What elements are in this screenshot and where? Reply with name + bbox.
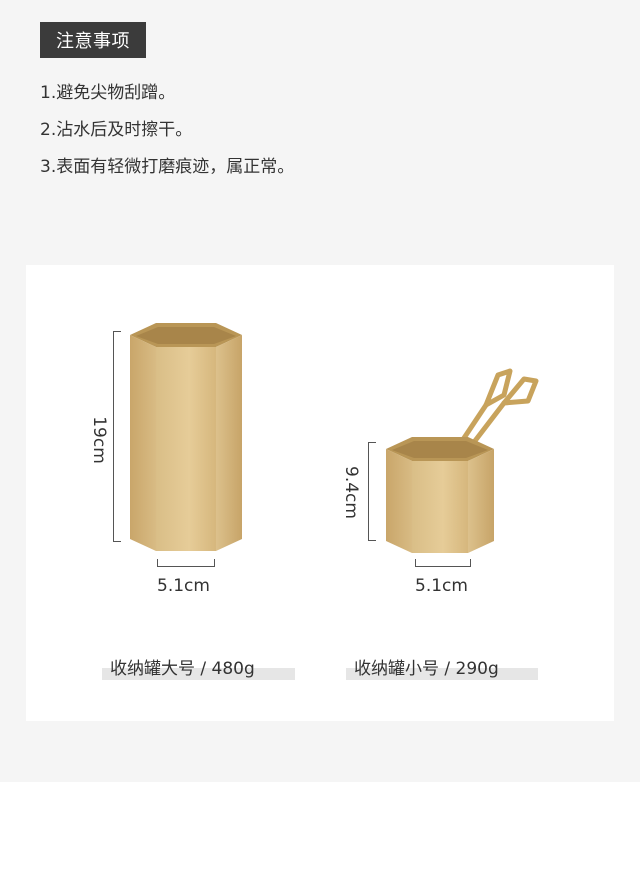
- notice-item: 3.表面有轻微打磨痕迹，属正常。: [40, 157, 295, 177]
- height-label-large: 19cm: [89, 416, 109, 464]
- height-dimension-tick-top-large: [113, 331, 121, 332]
- notice-item: 1.避免尖物刮蹭。: [40, 83, 176, 103]
- caption-large: 收纳罐大号 / 480g: [110, 659, 255, 679]
- width-label-large: 5.1cm: [157, 576, 210, 596]
- height-dimension-tick-bottom-small: [368, 540, 376, 541]
- height-dimension-tick-bottom-large: [113, 541, 121, 542]
- height-label-small: 9.4cm: [341, 466, 361, 519]
- width-dimension-line-small: [415, 566, 471, 567]
- product-card: 19cm 5.1cm 收纳罐大号 / 480g 9.4cm 5.1cm 收纳罐小…: [26, 265, 614, 721]
- width-dimension-tick-left-small: [415, 559, 416, 567]
- caption-small: 收纳罐小号 / 290g: [354, 659, 499, 679]
- width-dimension-tick-right-large: [214, 559, 215, 567]
- width-dimension-line-large: [157, 566, 215, 567]
- height-dimension-tick-top-small: [368, 442, 376, 443]
- notice-item: 2.沾水后及时擦干。: [40, 120, 193, 140]
- width-label-small: 5.1cm: [415, 576, 468, 596]
- height-dimension-line-small: [368, 442, 369, 540]
- width-dimension-tick-right-small: [470, 559, 471, 567]
- height-dimension-line-large: [113, 331, 114, 541]
- width-dimension-tick-left-large: [157, 559, 158, 567]
- large-hexagon-container: [130, 323, 242, 551]
- notice-list: 1.避免尖物刮蹭。 2.沾水后及时擦干。 3.表面有轻微打磨痕迹，属正常。: [40, 78, 294, 189]
- small-hexagon-container: [386, 437, 494, 553]
- notice-title: 注意事项: [40, 22, 146, 58]
